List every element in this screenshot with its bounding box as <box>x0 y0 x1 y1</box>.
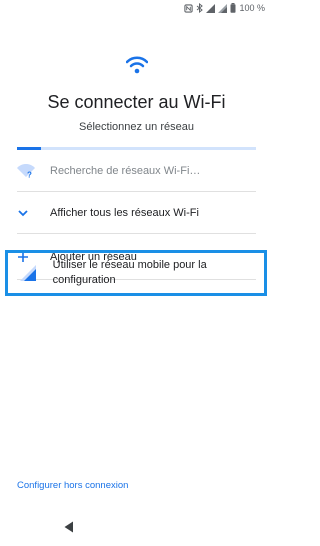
list-item-label: Afficher tous les réseaux Wi-Fi <box>50 206 199 219</box>
svg-text:?: ? <box>27 170 32 178</box>
wifi-searching-icon: ? <box>17 163 50 178</box>
page-subtitle: Sélectionnez un réseau <box>79 121 194 133</box>
list-item-label: Utiliser le réseau mobile pour la config… <box>52 259 207 286</box>
list-item-show-all[interactable]: Afficher tous les réseaux Wi-Fi <box>17 192 256 234</box>
configure-offline-link[interactable]: Configurer hors connexion <box>17 480 128 491</box>
bluetooth-icon <box>196 3 204 13</box>
page-title: Se connecter au Wi-Fi <box>47 92 226 112</box>
list-item-searching: ? Recherche de réseaux Wi-Fi… <box>17 150 256 192</box>
list-item-label: Recherche de réseaux Wi-Fi… <box>50 164 201 177</box>
back-triangle-icon[interactable] <box>64 520 74 538</box>
chevron-down-icon <box>17 209 50 217</box>
nfc-icon <box>184 3 194 13</box>
cell-signal-icon <box>20 265 53 281</box>
cell-signal-icon <box>218 3 228 13</box>
battery-icon <box>230 3 236 13</box>
battery-percent: 100 % <box>239 3 265 13</box>
status-bar: 100 % <box>0 0 273 16</box>
wifi-icon <box>0 56 273 74</box>
list-item-use-mobile-network[interactable]: Utiliser le réseau mobile pour la config… <box>5 250 267 296</box>
signal-icon <box>206 3 216 13</box>
